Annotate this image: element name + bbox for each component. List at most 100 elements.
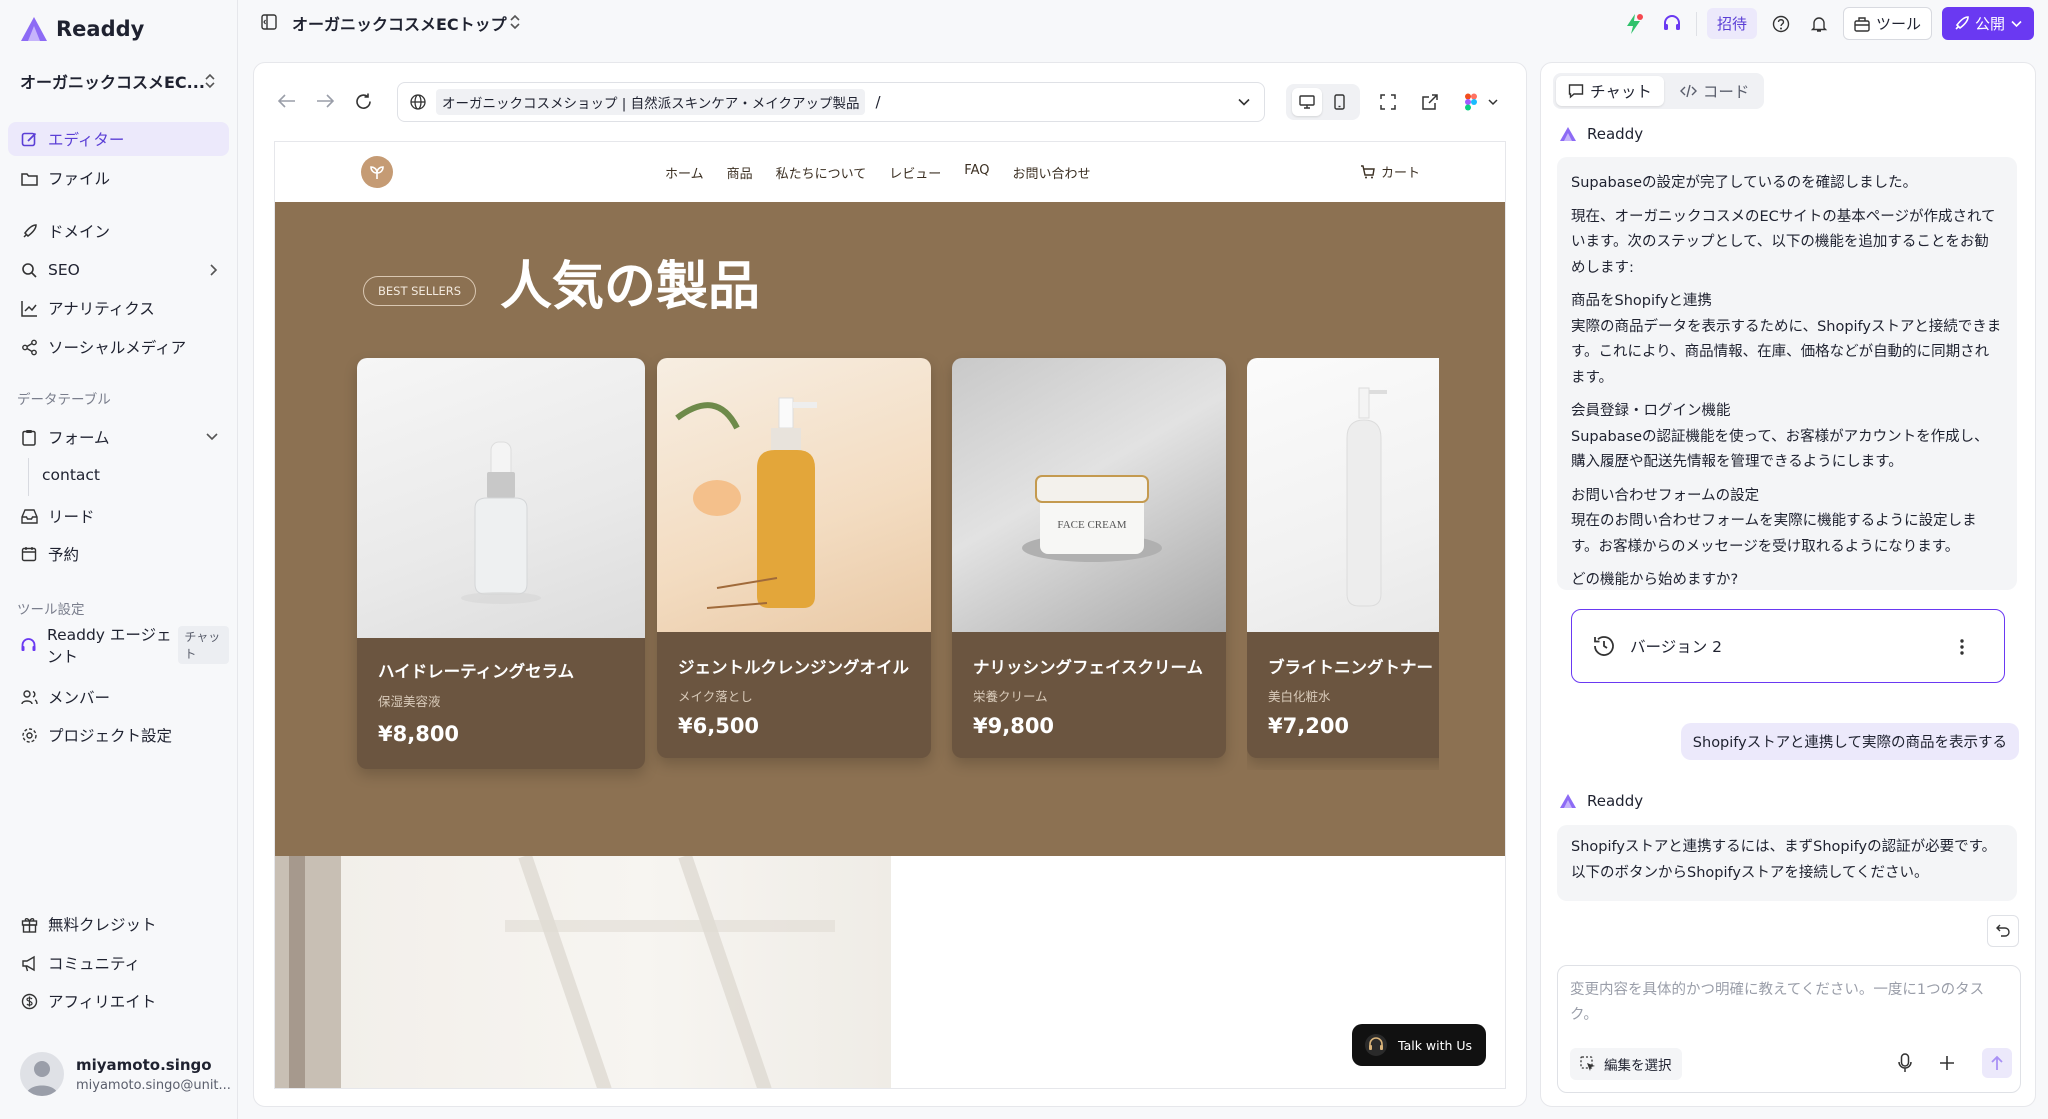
sidebar-item-label: Readdy エージェント: [47, 626, 172, 666]
invite-button[interactable]: 招待: [1706, 8, 1757, 39]
user-profile[interactable]: miyamoto.singo miyamoto.singo@unit...: [20, 1052, 231, 1096]
section-label-data-table: データテーブル: [17, 392, 111, 408]
avatar: [20, 1052, 64, 1096]
site-menu-home[interactable]: ホーム: [665, 163, 704, 182]
more-vertical-icon[interactable]: [1960, 639, 1964, 655]
chevron-down-icon[interactable]: [1238, 98, 1250, 106]
message-question: どの機能から始めますか?: [1571, 572, 1739, 588]
product-price: ¥7,200: [1268, 714, 1350, 738]
sidebar-item-label: エディター: [48, 131, 125, 149]
edit-icon: [20, 130, 38, 148]
send-button[interactable]: [1982, 1048, 2012, 1078]
sidebar-item-booking[interactable]: 予約: [8, 537, 229, 571]
back-icon[interactable]: [276, 90, 298, 112]
product-name: ブライトニングトナー: [1268, 658, 1433, 677]
support-headset-icon[interactable]: [1658, 10, 1686, 38]
external-link-icon[interactable]: [1418, 90, 1442, 114]
message-paragraph: 現在のお問い合わせフォームを実際に機能するように設定します。お客様からのメッセー…: [1571, 513, 1977, 555]
cart-label: カート: [1381, 166, 1421, 181]
lightning-icon[interactable]: [1620, 10, 1648, 38]
bell-icon[interactable]: [1805, 10, 1833, 38]
site-preview: ホーム 商品 私たちについて レビュー FAQ お問い合わせ カート BEST …: [274, 141, 1506, 1089]
best-sellers-badge: BEST SELLERS: [363, 276, 477, 306]
select-edit-button[interactable]: 編集を選択: [1570, 1048, 1682, 1080]
product-subtitle: 栄養クリーム: [973, 689, 1048, 704]
sidebar-item-community[interactable]: コミュニティ: [8, 946, 229, 980]
publish-button[interactable]: 公開: [1941, 7, 2034, 40]
plus-icon[interactable]: [1936, 1052, 1958, 1074]
sidebar-item-seo[interactable]: SEO: [8, 253, 229, 287]
user-name: miyamoto.singo: [76, 1055, 212, 1074]
folder-icon: [20, 169, 38, 187]
leaf-logo-icon[interactable]: [361, 156, 393, 188]
forward-icon[interactable]: [314, 90, 336, 112]
product-card[interactable]: ジェントルクレンジングオイル メイク落とし ¥6,500: [657, 358, 931, 758]
mobile-icon[interactable]: [1325, 88, 1355, 116]
bot-header: Readdy: [1559, 792, 1643, 810]
site-menu: ホーム 商品 私たちについて レビュー FAQ お問い合わせ: [665, 163, 1090, 182]
sidebar-item-form[interactable]: フォーム: [8, 420, 229, 454]
version-card[interactable]: バージョン 2: [1571, 609, 2005, 683]
sidebar-item-affiliate[interactable]: アフィリエイト: [8, 984, 229, 1018]
microphone-icon[interactable]: [1894, 1052, 1916, 1074]
sidebar-item-analytics[interactable]: アナリティクス: [8, 291, 229, 325]
sidebar-item-domain[interactable]: ドメイン: [8, 214, 229, 248]
tab-chat[interactable]: チャット: [1556, 76, 1664, 106]
tools-button[interactable]: ツール: [1842, 7, 1932, 40]
desktop-icon[interactable]: [1291, 88, 1322, 116]
sidebar-item-social[interactable]: ソーシャルメディア: [8, 330, 229, 364]
sidebar-item-label: ファイル: [48, 170, 111, 188]
product-price: ¥8,800: [378, 722, 460, 746]
select-cursor-icon: [1580, 1056, 1595, 1071]
chevron-updown-icon: [205, 73, 215, 89]
help-icon[interactable]: [1767, 10, 1795, 38]
message-paragraph: Shopifyストアと連携するには、まずShopifyの認証が必要です。以下のボ…: [1571, 839, 1997, 881]
sidebar-item-credits[interactable]: 無料クレジット: [8, 907, 229, 941]
gear-icon: [20, 726, 38, 744]
chat-input[interactable]: 変更内容を具体的かつ明確に教えてください。一度に1つのタスク。: [1570, 978, 2010, 1028]
product-price: ¥9,800: [973, 714, 1055, 738]
version-label: バージョン 2: [1630, 638, 1722, 656]
sidebar-item-leads[interactable]: リード: [8, 499, 229, 533]
undo-button[interactable]: [1987, 915, 2019, 947]
chat-panel: チャット コード Readdy Supabaseの設定が完了しているのを確認しま…: [1540, 62, 2036, 1107]
product-subtitle: 美白化粧水: [1268, 689, 1331, 704]
talk-with-us-button[interactable]: Talk with Us: [1352, 1024, 1486, 1066]
site-cart[interactable]: カート: [1360, 162, 1420, 181]
sidebar-item-members[interactable]: メンバー: [8, 680, 229, 714]
project-selector[interactable]: オーガニックコスメEC...: [20, 66, 216, 96]
site-menu-contact[interactable]: お問い合わせ: [1012, 163, 1090, 182]
product-card[interactable]: ブライトニングトナー 美白化粧水 ¥7,200: [1247, 358, 1439, 758]
search-icon: [20, 261, 38, 279]
site-menu-faq[interactable]: FAQ: [964, 163, 989, 182]
site-menu-products[interactable]: 商品: [727, 163, 753, 182]
message-paragraph: 現在、オーガニックコスメのECサイトの基本ページが作成されています。次のステップ…: [1571, 208, 1996, 276]
url-bar[interactable]: オーガニックコスメショップ | 自然派スキンケア・メイクアップ製品 /: [397, 82, 1265, 122]
sidebar-item-files[interactable]: ファイル: [8, 161, 229, 195]
sidebar-subitem-contact[interactable]: contact: [42, 466, 100, 484]
figma-icon[interactable]: [1464, 90, 1502, 114]
message-paragraph: 実際の商品データを表示するために、Shopifyストアと接続できます。これにより…: [1571, 318, 2002, 386]
product-card[interactable]: FACE CREAM ナリッシングフェイスクリーム 栄養クリーム ¥9,800: [952, 358, 1226, 758]
headset-icon: [20, 636, 37, 654]
product-card[interactable]: ハイドレーティングセラム 保湿美容液 ¥8,800: [357, 358, 645, 769]
message-paragraph: Supabaseの認証機能を使って、お客様がアカウントを作成し、購入履歴や配送先…: [1571, 428, 1989, 471]
tab-code[interactable]: コード: [1668, 76, 1762, 106]
fullscreen-icon[interactable]: [1376, 90, 1400, 114]
sidebar-item-project-settings[interactable]: プロジェクト設定: [8, 718, 229, 752]
sidebar-item-label: ドメイン: [48, 223, 111, 241]
site-menu-reviews[interactable]: レビュー: [889, 163, 941, 182]
site-menu-about[interactable]: 私たちについて: [776, 163, 867, 182]
chevron-updown-icon[interactable]: [509, 14, 521, 30]
sidebar-item-label: コミュニティ: [48, 955, 141, 973]
chat-input-box[interactable]: 変更内容を具体的かつ明確に教えてください。一度に1つのタスク。 編集を選択: [1557, 965, 2021, 1093]
sidebar-item-editor[interactable]: エディター: [8, 122, 229, 156]
reload-icon[interactable]: [352, 90, 374, 112]
rocket-icon: [20, 222, 38, 240]
bot-message: Shopifyストアと連携するには、まずShopifyの認証が必要です。以下のボ…: [1557, 825, 2017, 901]
megaphone-icon: [20, 954, 38, 972]
sidebar-item-agent[interactable]: Readdy エージェント チャット: [8, 626, 229, 666]
sidebar-toggle-icon[interactable]: [261, 14, 277, 30]
readdy-logo[interactable]: Readdy: [20, 14, 144, 44]
url-page-title: オーガニックコスメショップ | 自然派スキンケア・メイクアップ製品: [436, 89, 866, 115]
